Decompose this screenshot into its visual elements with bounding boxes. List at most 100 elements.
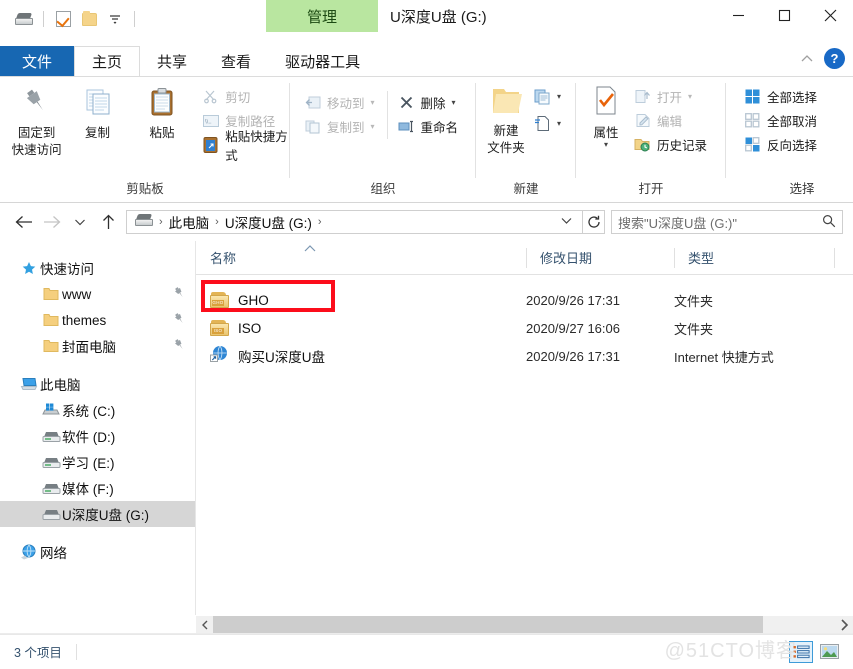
breadcrumb-item-0[interactable]: 此电脑 <box>165 212 214 232</box>
delete-button[interactable]: 删除 ▾ <box>398 93 459 112</box>
new-item-caret[interactable]: ▾ <box>557 92 561 101</box>
move-to-button[interactable]: 移动到 ▾ <box>304 93 375 112</box>
ribbon-group-organize: 移动到 ▾ 复制到 ▾ 删除 ▾ 重命名 组织 <box>290 77 476 202</box>
nav-item-drive-g[interactable]: U深度U盘 (G:) <box>0 501 196 527</box>
file-name-cell[interactable]: ISO ISO <box>196 320 526 336</box>
invert-selection-button[interactable]: 反向选择 <box>744 135 817 154</box>
customize-dropdown-icon[interactable] <box>105 9 125 29</box>
nav-item-drive-c[interactable]: 系统 (C:) <box>0 397 196 423</box>
edit-button[interactable]: 编辑 <box>634 111 707 130</box>
tab-view[interactable]: 查看 <box>204 46 269 76</box>
forward-button[interactable] <box>38 208 66 236</box>
tab-home[interactable]: 主页 <box>74 46 141 76</box>
rename-icon <box>398 118 415 135</box>
tab-home-label: 主页 <box>92 54 123 71</box>
breadcrumb-sep-1[interactable]: › <box>213 216 221 228</box>
minimize-button[interactable] <box>715 0 761 30</box>
tab-drive-tools[interactable]: 驱动器工具 <box>268 46 378 76</box>
open-button[interactable]: 打开 ▾ <box>634 87 707 106</box>
close-button[interactable] <box>807 0 853 30</box>
paste-button[interactable]: 粘贴 <box>130 85 194 141</box>
group-label-open: 打开 <box>638 182 664 196</box>
easy-access-button[interactable]: ▾ <box>534 114 561 133</box>
tab-share[interactable]: 共享 <box>140 46 205 76</box>
delete-x-icon <box>398 94 415 111</box>
table-row[interactable]: ISO ISO 2020/9/27 16:06 文件夹 <box>196 314 853 342</box>
column-divider-2[interactable] <box>674 247 675 268</box>
breadcrumb[interactable]: › 此电脑 › U深度U盘 (G:) › <box>126 210 583 234</box>
search-icon[interactable] <box>822 214 836 231</box>
help-icon[interactable]: ? <box>824 48 845 69</box>
refresh-button[interactable] <box>583 210 605 234</box>
paste-shortcut-button[interactable]: 粘贴快捷方式 <box>202 130 290 163</box>
breadcrumb-dropdown-icon[interactable] <box>555 216 578 228</box>
nav-item-fengmian[interactable]: 封面电脑 <box>0 333 196 359</box>
file-list-pane: 名称 修改日期 类型 GHO GHO 2020/9/26 17:31 文件夹 I… <box>196 241 853 615</box>
pin-to-quick-access-button[interactable]: 固定到 快速访问 <box>0 85 65 158</box>
recent-locations-button[interactable] <box>66 208 94 236</box>
nav-item-network[interactable]: 网络 <box>0 539 196 565</box>
pin-label-2: 快速访问 <box>11 143 62 157</box>
breadcrumb-item-1[interactable]: U深度U盘 (G:) <box>221 212 316 232</box>
contextual-tab-manage[interactable]: 管理 <box>266 0 378 32</box>
maximize-button[interactable] <box>761 0 807 30</box>
properties-caret[interactable]: ▾ <box>604 140 608 149</box>
nav-item-drive-d[interactable]: 软件 (D:) <box>0 423 196 449</box>
column-header-size[interactable] <box>834 241 853 275</box>
help-label: ? <box>830 51 839 66</box>
pin-icon[interactable] <box>173 286 186 302</box>
delete-caret[interactable]: ▾ <box>452 98 456 107</box>
drive-icon[interactable] <box>14 9 34 29</box>
up-button[interactable] <box>94 208 122 236</box>
collapse-ribbon-icon[interactable] <box>800 51 814 66</box>
file-date: 2020/9/27 16:06 <box>526 320 620 336</box>
column-header-name-label: 名称 <box>210 251 237 266</box>
scroll-right-arrow[interactable] <box>836 616 853 633</box>
breadcrumb-sep-2[interactable]: › <box>316 216 324 228</box>
horizontal-scrollbar[interactable] <box>196 616 853 633</box>
search-input[interactable]: 搜索"U深度U盘 (G:)" <box>611 210 843 234</box>
nav-item-quick-access[interactable]: 快速访问 <box>0 255 196 281</box>
open-caret[interactable]: ▾ <box>688 92 692 101</box>
new-folder-button[interactable]: 新建 文件夹 <box>476 85 532 156</box>
large-icons-view-button[interactable] <box>817 641 841 663</box>
pin-icon[interactable] <box>173 312 186 328</box>
nav-item-this-pc[interactable]: 此电脑 <box>0 371 196 397</box>
nav-item-drive-f[interactable]: 媒体 (F:) <box>0 475 196 501</box>
table-row[interactable]: 购买U深度U盘 2020/9/26 17:31 Internet 快捷方式 <box>196 342 853 370</box>
select-all-button[interactable]: 全部选择 <box>744 87 817 106</box>
details-view-button[interactable] <box>789 640 813 663</box>
history-button[interactable]: 历史记录 <box>634 135 707 154</box>
select-none-button[interactable]: 全部取消 <box>744 111 817 130</box>
drive-icon <box>40 508 62 521</box>
column-divider-1[interactable] <box>526 247 527 268</box>
nav-item-drive-e[interactable]: 学习 (E:) <box>0 449 196 475</box>
new-folder-icon[interactable] <box>79 9 99 29</box>
open-small-buttons: 打开 ▾ 编辑 历史记录 <box>628 85 707 154</box>
cut-button[interactable]: 剪切 <box>202 87 290 106</box>
copy-button[interactable]: 复制 <box>65 85 129 141</box>
column-header-type[interactable]: 类型 <box>674 241 834 275</box>
new-item-button[interactable]: ▾ <box>534 87 561 106</box>
tab-file[interactable]: 文件 <box>0 46 75 76</box>
column-header-date[interactable]: 修改日期 <box>526 241 674 275</box>
scrollbar-track[interactable] <box>763 616 836 633</box>
pin-icon[interactable] <box>173 338 186 354</box>
properties-icon[interactable] <box>53 9 73 29</box>
easy-access-caret[interactable]: ▾ <box>557 119 561 128</box>
cut-label: 剪切 <box>225 91 251 105</box>
column-header-name[interactable]: 名称 <box>196 241 526 275</box>
rename-button[interactable]: 重命名 <box>398 117 458 136</box>
move-to-caret[interactable]: ▾ <box>371 98 375 107</box>
nav-item-themes[interactable]: themes <box>0 307 196 333</box>
back-button[interactable] <box>10 208 38 236</box>
scroll-left-arrow[interactable] <box>196 616 213 633</box>
file-name-cell[interactable]: 购买U深度U盘 <box>196 345 526 367</box>
ribbon-group-new: 新建 文件夹 ▾ ▾ 新建 <box>476 77 576 202</box>
column-divider-3[interactable] <box>834 247 835 268</box>
nav-item-www[interactable]: www <box>0 281 196 307</box>
properties-button[interactable]: 属性 ▾ <box>576 85 628 149</box>
copy-to-button[interactable]: 复制到 ▾ <box>304 117 375 136</box>
scrollbar-thumb[interactable] <box>213 616 763 633</box>
copy-to-caret[interactable]: ▾ <box>371 122 375 131</box>
